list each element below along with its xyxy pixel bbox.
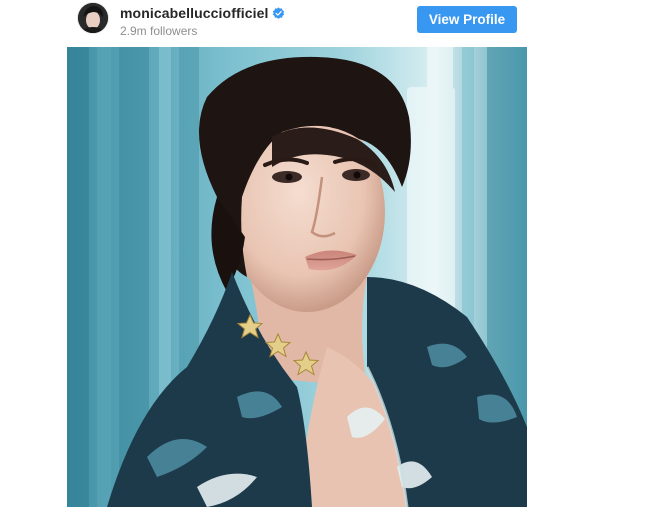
instagram-embed: monicabelluccіofficiel 2.9m followers Vi… — [0, 0, 666, 520]
username[interactable]: monicabelluccіofficiel — [120, 5, 268, 21]
verified-badge-icon — [273, 6, 285, 19]
username-row: monicabelluccіofficiel — [120, 5, 285, 21]
post-photo[interactable] — [67, 47, 527, 507]
avatar-image — [78, 3, 108, 33]
follower-count: 2.9m followers — [120, 24, 198, 38]
view-profile-button[interactable]: View Profile — [417, 6, 517, 33]
portrait-image — [67, 47, 527, 507]
avatar[interactable] — [78, 3, 108, 33]
post-header: monicabelluccіofficiel 2.9m followers Vi… — [67, 0, 527, 46]
